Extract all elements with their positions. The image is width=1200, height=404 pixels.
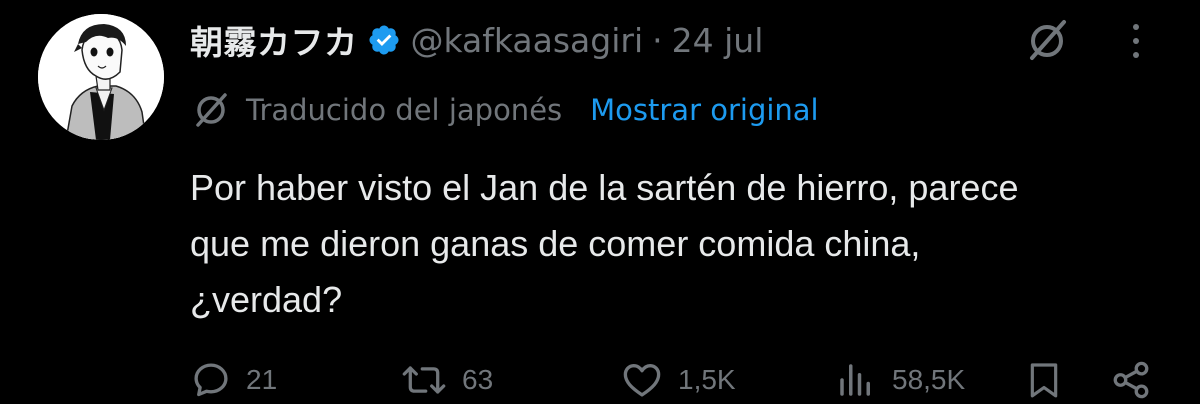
tweet-header: 朝霧カフカ @kafkaasagiri · 24 jul: [190, 16, 763, 64]
tweet-text-line: Por haber visto el Jan de la sartén de h…: [190, 167, 1019, 208]
tweet-date[interactable]: 24 jul: [672, 21, 764, 60]
retweet-button[interactable]: 63: [400, 358, 493, 402]
share-icon: [1113, 361, 1149, 399]
author-handle[interactable]: @kafkaasagiri: [411, 21, 644, 60]
tweet: 朝霧カフカ @kafkaasagiri · 24 jul Traducido d: [0, 0, 1200, 403]
tweet-text: Por haber visto el Jan de la sartén de h…: [190, 160, 1170, 328]
translation-bar: Traducido del japonés Mostrar original: [190, 88, 819, 132]
bookmark-button[interactable]: [1024, 358, 1064, 402]
retweet-icon: [402, 366, 446, 394]
like-button[interactable]: 1,5K: [620, 358, 736, 402]
grok-icon: [190, 89, 232, 131]
more-options-icon[interactable]: [1118, 14, 1154, 68]
grok-icon[interactable]: [1022, 16, 1072, 66]
author-avatar[interactable]: [38, 14, 164, 140]
share-button[interactable]: [1108, 358, 1154, 402]
tweet-actions: 21 63 1,5K 58,5K: [0, 352, 1200, 404]
views-button[interactable]: 58,5K: [834, 358, 965, 402]
retweet-count: 63: [462, 364, 494, 395]
like-count: 1,5K: [678, 364, 736, 395]
reply-icon: [194, 363, 228, 397]
analytics-icon: [840, 364, 870, 396]
views-count: 58,5K: [892, 364, 966, 395]
translation-label: Traducido del japonés: [246, 93, 563, 127]
verified-badge-icon: [367, 23, 401, 57]
tweet-text-line: que me dieron ganas de comer comida chin…: [190, 223, 921, 264]
heart-icon: [623, 363, 661, 397]
bookmark-icon: [1030, 363, 1058, 398]
show-original-link[interactable]: Mostrar original: [590, 93, 818, 127]
tweet-text-line: ¿verdad?: [190, 279, 343, 320]
reply-button[interactable]: 21: [190, 358, 277, 402]
header-separator: ·: [652, 20, 663, 60]
avatar-illustration: [38, 14, 164, 140]
reply-count: 21: [246, 364, 278, 395]
author-display-name[interactable]: 朝霧カフカ: [190, 16, 358, 64]
